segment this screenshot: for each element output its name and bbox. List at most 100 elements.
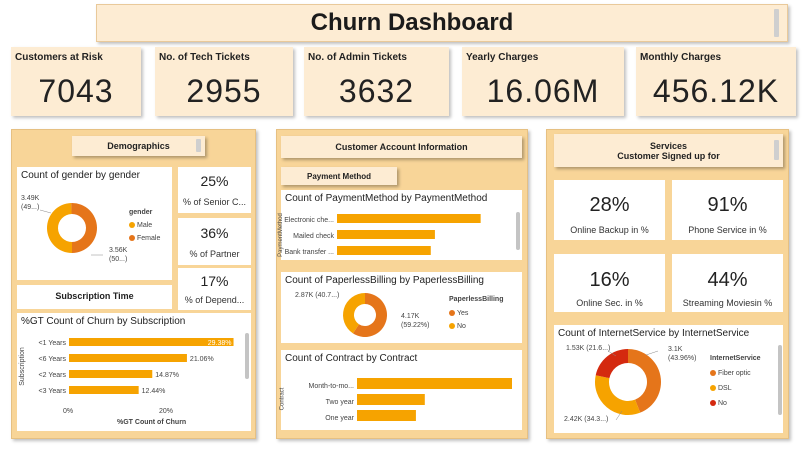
subscription-tick-0: 0% bbox=[63, 408, 74, 415]
services-subtitle: Customer Signed up for bbox=[617, 150, 720, 161]
internet-label-dsl: 2.42K (34.3...) bbox=[564, 416, 609, 423]
bar-2[interactable] bbox=[69, 370, 153, 378]
internet-legend-fiber[interactable]: Fiber optic bbox=[710, 370, 751, 377]
legend-swatch-female bbox=[129, 235, 135, 242]
gender-legend-title: gender bbox=[129, 209, 153, 216]
internet-legend-no[interactable]: No bbox=[710, 400, 727, 407]
bar-0[interactable] bbox=[337, 214, 481, 223]
paperless-legend-title: PaperlessBilling bbox=[449, 296, 504, 303]
bar-category-label: Mailed check bbox=[293, 233, 334, 240]
account-header: Customer Account Information bbox=[281, 136, 522, 158]
bar-category-label: <2 Years bbox=[39, 372, 67, 379]
bar-1[interactable] bbox=[69, 354, 187, 362]
bar-1[interactable] bbox=[357, 394, 425, 405]
services-header: Services Customer Signed up for bbox=[554, 134, 783, 167]
payment-chart-card: Count of PaymentMethod by PaymentMethod … bbox=[278, 190, 522, 260]
legend-swatch-yes bbox=[449, 310, 455, 317]
bar-category-label: <6 Years bbox=[39, 356, 67, 363]
internet-label-no: 1.53K (21.6...) bbox=[566, 345, 611, 352]
bar-value-label: 29.38% bbox=[208, 340, 232, 347]
partner-value: 36% bbox=[200, 225, 229, 241]
dependents-card: 17% % of Depend... bbox=[178, 268, 251, 310]
dashboard-title-box: Churn Dashboard bbox=[96, 4, 788, 42]
online-backup-value: 28% bbox=[589, 194, 630, 216]
paperless-label-no: 2.87K (40.7...) bbox=[295, 292, 340, 299]
legend-swatch-male bbox=[129, 222, 135, 229]
kpi-value: 456.12K bbox=[652, 73, 780, 109]
subscription-time-title: Subscription Time bbox=[55, 291, 134, 301]
kpi-customers-at-risk: Customers at Risk 7043 bbox=[11, 47, 141, 116]
gender-chart-card: Count of gender by gender 3.49K (49...) … bbox=[17, 167, 172, 280]
account-panel: Customer Account Information Payment Met… bbox=[276, 129, 528, 439]
bar-1[interactable] bbox=[337, 230, 435, 239]
kpi-value: 3632 bbox=[338, 73, 415, 109]
senior-citizen-value: 25% bbox=[200, 173, 229, 189]
payment-method-tab[interactable]: Payment Method bbox=[281, 167, 397, 185]
paperless-legend-no[interactable]: No bbox=[449, 323, 466, 330]
subscription-chart-xlabel: %GT Count of Churn bbox=[117, 419, 187, 426]
online-security-label: Online Sec. in % bbox=[576, 298, 643, 308]
kpi-admin-tickets: No. of Admin Tickets 3632 bbox=[304, 47, 449, 116]
internet-label-fiber: 3.1K bbox=[668, 346, 683, 353]
kpi-yearly-charges: Yearly Charges 16.06M bbox=[462, 47, 624, 116]
paperless-legend-yes[interactable]: Yes bbox=[449, 310, 468, 317]
online-security-card: 16% Online Sec. in % bbox=[554, 254, 665, 312]
phone-service-value: 91% bbox=[707, 194, 748, 216]
legend-swatch-fiber bbox=[710, 370, 716, 377]
bar-category-label: One year bbox=[325, 415, 354, 422]
bar-category-label: <3 Years bbox=[39, 388, 67, 395]
gender-label-female: 3.56K bbox=[109, 247, 128, 254]
gender-label-male-pct: (49...) bbox=[21, 204, 40, 211]
subscription-chart-scrollbar[interactable] bbox=[245, 333, 249, 379]
paperless-label-yes: 4.17K bbox=[401, 313, 420, 320]
legend-swatch-no bbox=[449, 323, 455, 330]
contract-bar-chart: Month-to-mo... Two year One year bbox=[308, 378, 512, 422]
demographics-title: Demographics bbox=[107, 141, 170, 151]
kpi-value: 16.06M bbox=[486, 73, 600, 109]
bar-2[interactable] bbox=[337, 246, 431, 255]
page-title: Churn Dashboard bbox=[310, 9, 514, 36]
bar-category-label: Month-to-mo... bbox=[308, 383, 354, 390]
phone-service-label: Phone Service in % bbox=[688, 225, 767, 235]
senior-citizen-label: % of Senior C... bbox=[182, 197, 247, 207]
demographics-header: Demographics bbox=[72, 136, 205, 156]
donut-slice-dsl[interactable] bbox=[595, 375, 641, 415]
internet-chart-scrollbar[interactable] bbox=[778, 345, 782, 415]
payment-chart-scrollbar[interactable] bbox=[516, 212, 520, 250]
bar-3[interactable] bbox=[69, 386, 139, 394]
internet-legend-dsl[interactable]: DSL bbox=[710, 385, 732, 392]
subscription-time-card: Subscription Time bbox=[17, 285, 172, 309]
gender-legend-male[interactable]: Male bbox=[129, 222, 152, 229]
demographics-header-scrollbar[interactable] bbox=[196, 139, 201, 152]
streaming-movies-card: 44% Streaming Moviesin % bbox=[672, 254, 783, 312]
services-panel: Services Customer Signed up for 28% Onli… bbox=[546, 129, 789, 439]
kpi-value: 2955 bbox=[186, 73, 262, 109]
kpi-value: 7043 bbox=[38, 73, 114, 109]
bar-value-label: 21.06% bbox=[190, 356, 214, 363]
services-header-scrollbar[interactable] bbox=[774, 140, 779, 160]
paperless-donut bbox=[343, 293, 387, 337]
title-scrollbar[interactable] bbox=[774, 9, 779, 37]
online-backup-label: Online Backup in % bbox=[570, 225, 649, 235]
kpi-label: Yearly Charges bbox=[466, 52, 539, 63]
bar-category-label: Two year bbox=[326, 399, 355, 406]
paperless-label-yes-pct: (59.22%) bbox=[401, 322, 430, 329]
bar-category-label: Bank transfer ... bbox=[285, 249, 334, 256]
donut-slice-female[interactable] bbox=[71, 203, 98, 253]
internet-chart-card: Count of InternetService by InternetServ… bbox=[554, 325, 783, 433]
dependents-label: % of Depend... bbox=[184, 295, 245, 305]
bar-value-label: 12.44% bbox=[142, 388, 166, 395]
legend-swatch-dsl bbox=[710, 385, 716, 392]
streaming-movies-label: Streaming Moviesin % bbox=[682, 298, 773, 308]
bar-2[interactable] bbox=[357, 410, 416, 421]
payment-bar-chart: Electronic che... Mailed check Bank transf… bbox=[284, 214, 481, 256]
gender-legend-female[interactable]: Female bbox=[129, 235, 160, 242]
kpi-label: No. of Admin Tickets bbox=[308, 52, 407, 63]
bar-category-label: <1 Years bbox=[39, 340, 67, 347]
kpi-label: Customers at Risk bbox=[15, 52, 103, 63]
internet-legend-title: InternetService bbox=[710, 355, 761, 362]
bar-0[interactable] bbox=[357, 378, 512, 389]
demographics-panel: Demographics Count of gender by gender 3… bbox=[11, 129, 256, 439]
streaming-movies-value: 44% bbox=[707, 269, 748, 291]
donut-slice-male[interactable] bbox=[47, 203, 72, 253]
